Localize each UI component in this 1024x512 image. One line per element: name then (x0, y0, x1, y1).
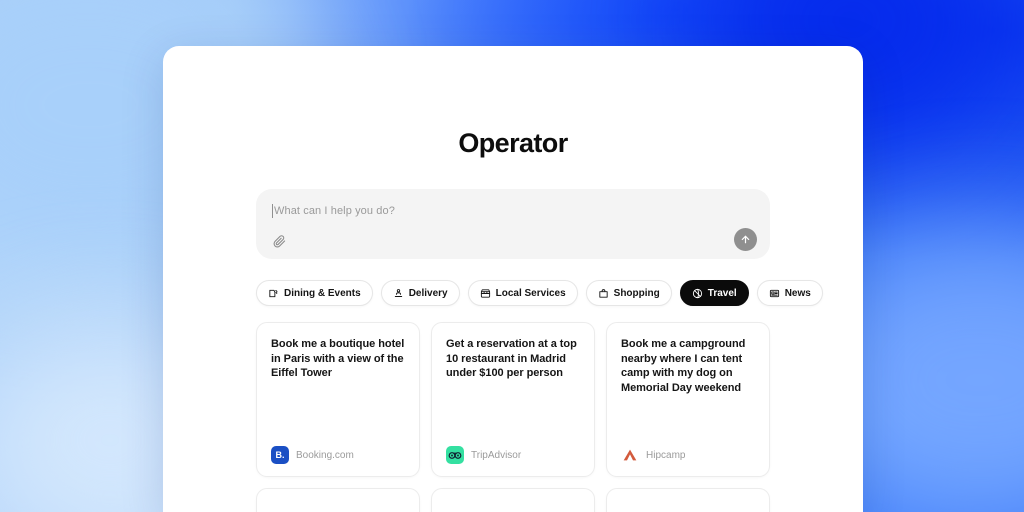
chip-label: News (784, 287, 811, 299)
chip-local-services[interactable]: Local Services (467, 280, 578, 306)
delivery-pin-icon (393, 288, 404, 299)
suggestion-text: Book me a boutique hotel in Paris with a… (271, 338, 405, 380)
suggestion-card[interactable]: Book me a boutique hotel in Paris with a… (256, 322, 420, 477)
page-title: Operator (458, 128, 568, 158)
prompt-composer[interactable]: What can I help you do? (256, 189, 770, 259)
text-cursor (272, 204, 273, 218)
composer-text-row[interactable]: What can I help you do? (272, 203, 754, 219)
source-name: Hipcamp (646, 449, 686, 461)
shopping-bag-icon (598, 288, 609, 299)
chip-dining-and-events[interactable]: Dining & Events (256, 280, 373, 306)
suggestion-card[interactable] (606, 488, 770, 512)
app-panel: Operator What can I help you do? Dining … (163, 46, 863, 512)
hipcamp-logo (621, 446, 639, 464)
hipcamp-tent-glyph (623, 449, 637, 461)
suggestion-text: Book me a campground nearby where I can … (621, 338, 746, 394)
chip-news[interactable]: News (756, 280, 823, 306)
chip-label: Dining & Events (284, 287, 361, 299)
chip-label: Shopping (613, 287, 660, 299)
ticket-icon (268, 288, 279, 299)
booking-logo: B. (271, 446, 289, 464)
source-name: TripAdvisor (471, 449, 522, 461)
suggestion-card[interactable]: Get a reservation at a top 10 restaurant… (431, 322, 595, 477)
chip-label: Delivery (408, 287, 448, 299)
send-button[interactable] (734, 228, 757, 251)
globe-icon (692, 288, 703, 299)
newspaper-icon (769, 288, 780, 299)
suggestion-card[interactable] (256, 488, 420, 512)
panel-content: Operator What can I help you do? Dining … (163, 46, 863, 512)
chip-shopping[interactable]: Shopping (585, 280, 672, 306)
suggestion-source: B. Booking.com (271, 446, 405, 464)
suggestion-card-grid-next-row (256, 488, 770, 512)
suggestion-card[interactable]: Book me a campground nearby where I can … (606, 322, 770, 477)
paperclip-icon[interactable] (270, 232, 288, 250)
chip-delivery[interactable]: Delivery (380, 280, 460, 306)
tripadvisor-owl-glyph (448, 451, 462, 459)
tripadvisor-logo (446, 446, 464, 464)
composer-placeholder: What can I help you do? (274, 205, 395, 217)
arrow-up-icon (741, 235, 750, 244)
category-chip-list: Dining & Events Delivery Local Services … (256, 280, 823, 306)
chip-label: Local Services (495, 287, 566, 299)
suggestion-source: Hipcamp (621, 446, 755, 464)
suggestion-card[interactable] (431, 488, 595, 512)
chip-label: Travel (707, 287, 737, 299)
source-name: Booking.com (296, 449, 354, 461)
chip-travel[interactable]: Travel (679, 280, 749, 306)
booking-logo-text: B. (275, 450, 285, 460)
suggestion-card-grid: Book me a boutique hotel in Paris with a… (256, 322, 770, 477)
suggestion-source: TripAdvisor (446, 446, 580, 464)
suggestion-text: Get a reservation at a top 10 restaurant… (446, 338, 577, 380)
storefront-icon (480, 288, 491, 299)
